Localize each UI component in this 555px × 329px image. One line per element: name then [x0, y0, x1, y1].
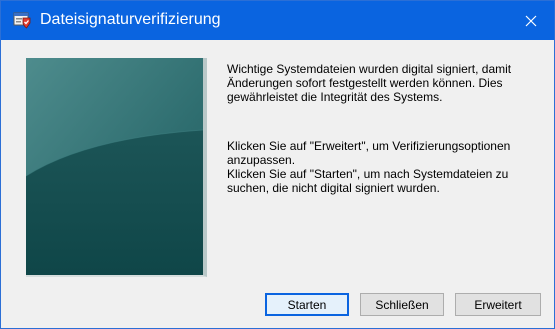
- instruction-advanced-text: Klicken Sie auf "Erweitert", um Verifizi…: [227, 139, 511, 167]
- close-button[interactable]: [508, 1, 554, 40]
- description-paragraph: Wichtige Systemdateien wurden digital si…: [227, 62, 547, 104]
- title-bar[interactable]: Dateisignaturverifizierung: [1, 1, 554, 40]
- close-dialog-button[interactable]: Schließen: [360, 293, 444, 316]
- window-title: Dateisignaturverifizierung: [40, 11, 221, 28]
- instruction-start-text: Klicken Sie auf "Starten", um nach Syste…: [227, 167, 509, 195]
- app-shield-icon: [13, 11, 31, 29]
- dialog-window: Dateisignaturverifizierung Wichtige Syst…: [0, 0, 555, 329]
- description-text: Wichtige Systemdateien wurden digital si…: [227, 62, 512, 104]
- wizard-side-image: [26, 58, 207, 277]
- instructions-paragraph: Klicken Sie auf "Erweitert", um Verifizi…: [227, 139, 547, 195]
- start-button[interactable]: Starten: [265, 293, 349, 316]
- close-icon: [525, 15, 537, 27]
- advanced-button[interactable]: Erweitert: [455, 293, 541, 316]
